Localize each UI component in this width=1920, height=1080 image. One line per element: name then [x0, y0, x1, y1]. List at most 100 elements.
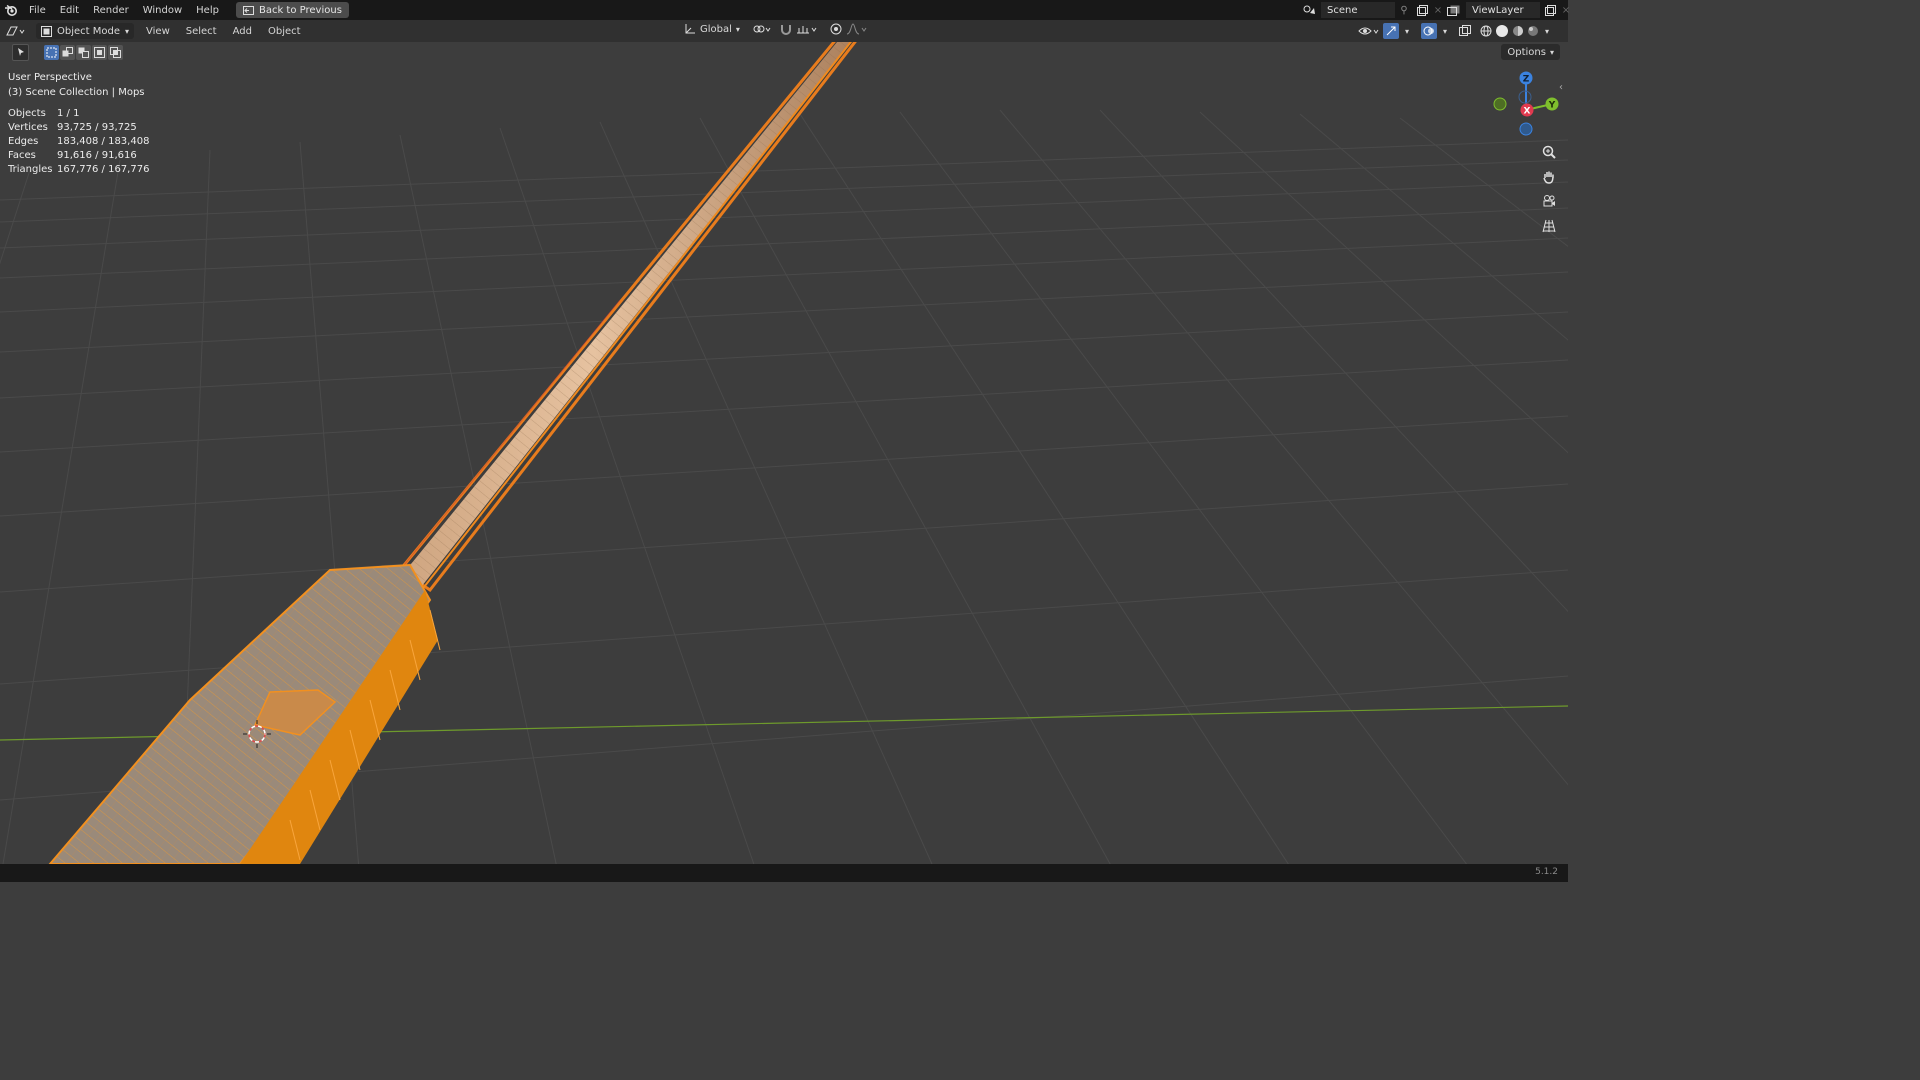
options-dropdown[interactable]: Options ▾ [1501, 44, 1560, 60]
overlays-toggle-icon[interactable] [1421, 23, 1437, 39]
material-preview-icon[interactable] [1512, 25, 1524, 37]
new-view-layer-icon[interactable] [1540, 4, 1560, 16]
stat-label: Faces [8, 149, 36, 161]
select-intersect-icon [110, 46, 121, 58]
collection-label: (3) Scene Collection | Mops [8, 87, 145, 98]
stat-value: 183,408 / 183,408 [57, 135, 150, 147]
stat-value: 91,616 / 91,616 [57, 149, 137, 161]
view-layer-name: ViewLayer [1472, 4, 1524, 16]
snap-magnet-icon[interactable] [780, 23, 792, 35]
back-arrow-icon [242, 5, 254, 15]
chevron-down-icon: ▾ [125, 26, 130, 36]
x-axis-handle[interactable]: X [1520, 103, 1534, 117]
stat-value: 1 / 1 [57, 107, 80, 119]
neg-y-axis-handle[interactable] [1493, 97, 1507, 111]
proportional-editing-icon[interactable] [830, 23, 842, 35]
menu-help[interactable]: Help [189, 5, 226, 16]
transform-orientation-dropdown[interactable]: Global ▾ [684, 23, 740, 35]
pan-hand-icon [1542, 170, 1556, 184]
menu-object[interactable]: Object [260, 26, 309, 37]
navigation-gizmo[interactable]: Z Y X [1488, 68, 1568, 148]
viewport-info: User Perspective (3) Scene Collection | … [8, 70, 145, 100]
pivot-point-icon[interactable] [752, 23, 772, 35]
select-mode-new-button[interactable] [44, 44, 59, 60]
solid-shading-icon[interactable] [1495, 24, 1509, 38]
stat-label: Objects [8, 107, 46, 119]
select-extend-icon [62, 46, 73, 58]
overlays-chevron-icon[interactable]: ▾ [1440, 27, 1450, 36]
perspective-label: User Perspective [8, 72, 92, 83]
select-mode-intersect-button[interactable] [108, 44, 123, 60]
stat-row: Objects 1 / 1 [8, 106, 149, 120]
visibility-eye-icon[interactable] [1358, 25, 1380, 37]
snap-increment-icon[interactable] [796, 23, 818, 35]
orientation-icon [684, 23, 696, 35]
scene-selector[interactable]: Scene ⚲ × [1297, 2, 1445, 18]
select-mode-subtract-button[interactable] [76, 44, 91, 60]
blender-logo-icon[interactable] [0, 4, 22, 16]
wireframe-shading-icon[interactable] [1480, 25, 1492, 37]
select-subtract-icon [78, 47, 89, 58]
stat-row: Faces 91,616 / 91,616 [8, 148, 149, 162]
menu-view[interactable]: View [138, 26, 178, 37]
menu-edit[interactable]: Edit [53, 5, 86, 16]
new-scene-icon[interactable] [1413, 4, 1431, 16]
pin-icon[interactable]: ⚲ [1395, 5, 1413, 16]
scene-icon[interactable] [1297, 4, 1321, 16]
svg-text:X: X [1524, 107, 1531, 117]
gizmo-toggle-icon[interactable] [1383, 23, 1399, 39]
view-layer-icon[interactable] [1442, 5, 1466, 16]
pan-button[interactable] [1537, 166, 1561, 188]
gizmo-chevron-icon[interactable]: ▾ [1402, 27, 1412, 36]
svg-text:Z: Z [1523, 75, 1530, 85]
zoom-magnifier-icon [1542, 145, 1556, 159]
select-mode-invert-button[interactable] [92, 44, 107, 60]
options-chevron-icon: ▾ [1549, 47, 1554, 57]
scene-name-field[interactable]: Scene [1321, 2, 1395, 18]
menu-render[interactable]: Render [86, 5, 136, 16]
select-tool-button[interactable] [12, 43, 29, 61]
rendered-shading-icon[interactable] [1527, 25, 1539, 37]
back-to-previous-button[interactable]: Back to Previous [235, 2, 349, 18]
menu-select[interactable]: Select [178, 26, 225, 37]
menu-window[interactable]: Window [136, 5, 189, 16]
stat-row: Triangles 167,776 / 167,776 [8, 162, 149, 176]
orientation-chevron-icon: ▾ [735, 24, 740, 34]
shading-chevron-icon[interactable]: ▾ [1542, 27, 1552, 36]
perspective-toggle-button[interactable] [1537, 215, 1561, 237]
select-mode-extend-button[interactable] [60, 44, 75, 60]
select-new-icon [46, 47, 57, 58]
editor-type-icon[interactable] [0, 25, 32, 37]
falloff-curve-icon[interactable] [846, 23, 868, 35]
svg-text:Y: Y [1548, 101, 1556, 111]
stat-value: 93,725 / 93,725 [57, 121, 137, 133]
y-axis-handle[interactable]: Y [1545, 97, 1559, 111]
neg-z-axis-handle[interactable] [1519, 122, 1533, 136]
menu-file[interactable]: File [22, 5, 53, 16]
zoom-button[interactable] [1537, 141, 1561, 163]
tool-settings-bar [0, 42, 1568, 62]
stat-value: 167,776 / 167,776 [57, 163, 150, 175]
delete-view-layer-icon[interactable]: × [1560, 5, 1572, 16]
xray-toggle-icon[interactable] [1459, 25, 1471, 37]
grid-perspective-icon [1542, 219, 1556, 233]
stat-label: Vertices [8, 121, 48, 133]
scene-statistics: Objects 1 / 1 Vertices 93,725 / 93,725 E… [8, 106, 149, 176]
view-layer-name-field[interactable]: ViewLayer [1466, 2, 1540, 18]
top-menu-bar: File Edit Render Window Help Back to Pre… [0, 0, 1570, 20]
camera-icon [1542, 194, 1556, 208]
stat-label: Triangles [8, 163, 53, 175]
status-bar: 5.1.2 [0, 864, 1568, 882]
scene-name: Scene [1327, 4, 1358, 16]
object-mode-dropdown[interactable]: Object Mode ▾ [36, 23, 135, 39]
sidebar-toggle-icon[interactable]: ‹ [1559, 82, 1563, 93]
menu-add[interactable]: Add [225, 26, 260, 37]
stat-label: Edges [8, 135, 39, 147]
z-axis-handle[interactable]: Z [1519, 71, 1533, 85]
view-layer-selector[interactable]: ViewLayer × [1442, 2, 1572, 18]
viewport-display-tools: ▾ ▾ ▾ [1358, 23, 1552, 39]
camera-view-button[interactable] [1537, 190, 1561, 212]
viewport-header: Object Mode ▾ View Select Add Object Glo… [0, 20, 1568, 42]
viewport-canvas[interactable] [0, 0, 1568, 882]
transform-tools: Global ▾ [684, 23, 868, 35]
